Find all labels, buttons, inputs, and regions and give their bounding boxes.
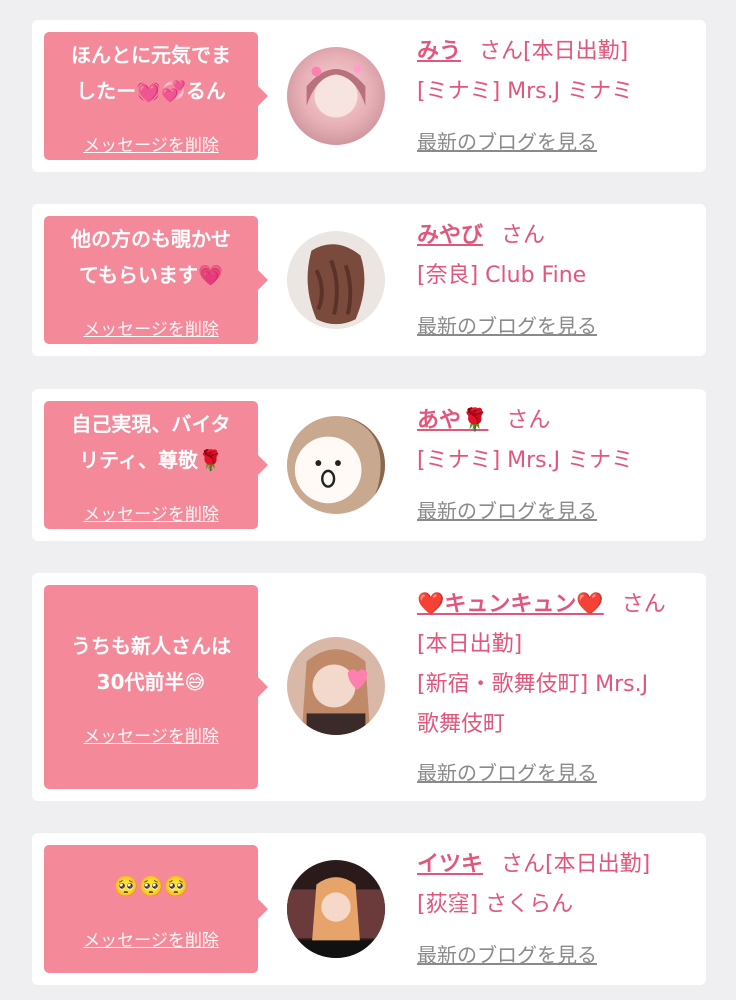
avatar[interactable] (287, 47, 385, 145)
profile-info: あや🌹 さん [ミナミ] Mrs.J ミナミ (417, 401, 692, 481)
message-line: ほんとに元気でま (71, 42, 231, 67)
honorific: さん (501, 223, 546, 248)
message-text: うちも新人さんは 30代前半😅 (71, 628, 231, 700)
cast-name-link[interactable]: みやび (417, 223, 483, 248)
message-text: 自己実現、バイタ リティ、尊敬🌹 (71, 406, 230, 478)
cast-name-link[interactable]: みう (417, 39, 461, 64)
latest-blog-link[interactable]: 最新のブログを見る (417, 757, 597, 786)
cast-name-link[interactable]: ❤️キュンキュン❤️ (417, 592, 604, 617)
delete-message-link[interactable]: メッセージを削除 (83, 722, 219, 747)
latest-blog-link[interactable]: 最新のブログを見る (417, 939, 597, 968)
shop-text: [新宿・歌舞伎町] Mrs.J (417, 672, 649, 697)
message-line: 他の方のも覗かせ (71, 226, 231, 251)
profile-info: みう さん[本日出勤] [ミナミ] Mrs.J ミナミ (417, 32, 692, 112)
profile-info: ❤️キュンキュン❤️ さん [本日出勤] [新宿・歌舞伎町] Mrs.J 歌舞伎町 (417, 585, 692, 745)
status-text: [本日出勤] (417, 632, 523, 657)
status-text: [本日出勤] (523, 39, 629, 64)
latest-blog-link[interactable]: 最新のブログを見る (417, 310, 597, 339)
shop-text: [ミナミ] Mrs.J ミナミ (417, 448, 634, 473)
delete-message-link[interactable]: メッセージを削除 (83, 131, 219, 156)
latest-blog-link[interactable]: 最新のブログを見る (417, 126, 597, 155)
message-line: したー💓💞るん (76, 78, 226, 103)
message-text: ほんとに元気でま したー💓💞るん (71, 37, 231, 109)
avatar[interactable] (287, 860, 385, 958)
message-line: うちも新人さんは (71, 633, 231, 658)
latest-blog-link[interactable]: 最新のブログを見る (417, 495, 597, 524)
message-bubble: ほんとに元気でま したー💓💞るん メッセージを削除 (44, 32, 268, 160)
avatar[interactable] (287, 637, 385, 735)
message-text: 他の方のも覗かせ てもらいます💗 (71, 221, 231, 293)
message-line: リティ、尊敬🌹 (79, 447, 223, 472)
message-line: 自己実現、バイタ (71, 411, 231, 436)
message-line: 🥺🥺🥺 (113, 873, 189, 898)
profile-info: イツキ さん[本日出勤] [荻窪] さくらん (417, 845, 692, 925)
shop-text: [荻窪] さくらん (417, 892, 574, 917)
cast-name-link[interactable]: イツキ (417, 852, 483, 877)
profile-card: 他の方のも覗かせ てもらいます💗 メッセージを削除 みやび さん [奈良] Clu… (32, 204, 706, 356)
delete-message-link[interactable]: メッセージを削除 (83, 500, 219, 525)
message-bubble: うちも新人さんは 30代前半😅 メッセージを削除 (44, 585, 268, 789)
message-bubble: 🥺🥺🥺 メッセージを削除 (44, 845, 268, 973)
profile-info: みやび さん [奈良] Club Fine (417, 216, 692, 296)
message-line: 30代前半😅 (96, 669, 206, 694)
profile-card: 自己実現、バイタ リティ、尊敬🌹 メッセージを削除 あや🌹 さん [ミナミ] Mr… (32, 389, 706, 541)
shop-text: [奈良] Club Fine (417, 263, 587, 288)
status-text: [本日出勤] (545, 852, 651, 877)
shop-text: [ミナミ] Mrs.J ミナミ (417, 79, 634, 104)
message-text: 🥺🥺🥺 (114, 868, 189, 904)
shop-text-line2: 歌舞伎町 (417, 712, 506, 737)
avatar[interactable] (287, 231, 385, 329)
profile-card: ほんとに元気でま したー💓💞るん メッセージを削除 みう さん[本日出勤] [ミナ… (32, 20, 706, 172)
delete-message-link[interactable]: メッセージを削除 (83, 315, 219, 340)
message-bubble: 自己実現、バイタ リティ、尊敬🌹 メッセージを削除 (44, 401, 268, 529)
delete-message-link[interactable]: メッセージを削除 (83, 926, 219, 951)
cast-name-link[interactable]: あや🌹 (417, 408, 488, 433)
honorific: さん (506, 408, 551, 433)
profile-card: 🥺🥺🥺 メッセージを削除 イツキ さん[本日出勤] [荻窪] さくらん 最新のブロ… (32, 833, 706, 985)
honorific: さん (621, 592, 666, 617)
message-bubble: 他の方のも覗かせ てもらいます💗 メッセージを削除 (44, 216, 268, 344)
honorific: さん (479, 39, 524, 64)
avatar[interactable] (287, 416, 385, 514)
honorific: さん (501, 852, 546, 877)
message-line: てもらいます💗 (79, 262, 223, 287)
profile-card: うちも新人さんは 30代前半😅 メッセージを削除 ❤️キュンキュン❤️ さん [本日… (32, 573, 706, 801)
